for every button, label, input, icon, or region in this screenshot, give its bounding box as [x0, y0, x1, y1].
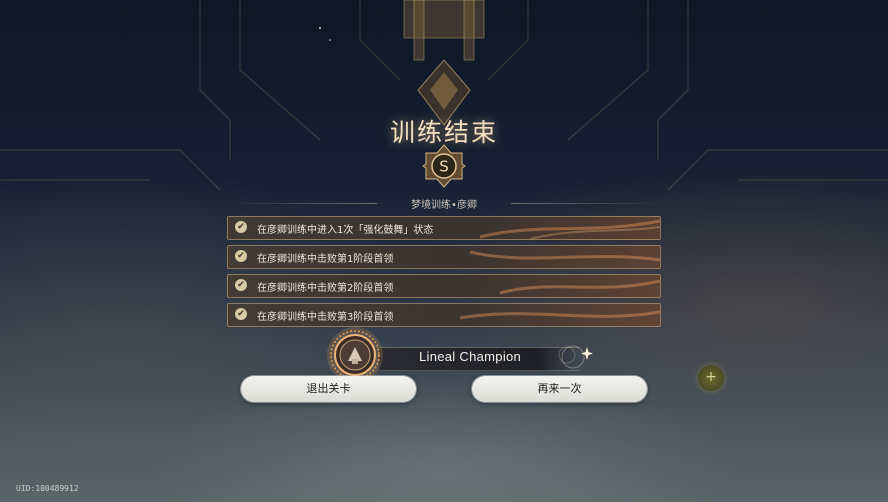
- objective-list: ✔ 在彦卿训练中进入1次「强化鼓舞」状态 ✔ 在彦卿训练中击败第1阶段首领 ✔ …: [227, 216, 661, 332]
- objective-text: 在彦卿训练中击败第1阶段首领: [257, 254, 394, 265]
- objective-ornament: [459, 310, 660, 320]
- subtitle-row: 梦境训练•彦卿: [227, 195, 661, 211]
- retry-button[interactable]: 再来一次: [472, 376, 647, 402]
- achievement-name: Lineal Champion: [419, 349, 522, 364]
- objective-item: ✔ 在彦卿训练中击败第2阶段首领: [227, 274, 661, 298]
- plus-button[interactable]: +: [698, 365, 724, 391]
- sparkle-icon: [558, 345, 593, 369]
- objective-text: 在彦卿训练中进入1次「强化鼓舞」状态: [257, 225, 434, 236]
- check-circle-icon: ✔: [235, 221, 247, 233]
- exit-stage-button[interactable]: 退出关卡: [241, 376, 416, 402]
- subtitle-divider-right: [511, 203, 661, 204]
- objective-ornament: [469, 250, 660, 262]
- objective-item: ✔ 在彦卿训练中进入1次「强化鼓舞」状态: [227, 216, 661, 240]
- rank-letter: S: [439, 158, 449, 176]
- objective-ornament: [479, 219, 660, 239]
- uid-label: UID:100489912: [16, 484, 79, 493]
- objective-ornament: [499, 279, 660, 295]
- check-circle-icon: ✔: [235, 279, 247, 291]
- objective-item: ✔ 在彦卿训练中击败第1阶段首领: [227, 245, 661, 269]
- objective-text: 在彦卿训练中击败第3阶段首领: [257, 312, 394, 323]
- check-circle-icon: ✔: [235, 308, 247, 320]
- objective-text: 在彦卿训练中击败第2阶段首领: [257, 283, 394, 294]
- check-circle-icon: ✔: [235, 250, 247, 262]
- objective-item: ✔ 在彦卿训练中击败第3阶段首领: [227, 303, 661, 327]
- rank-s-emblem-icon: S: [422, 144, 466, 188]
